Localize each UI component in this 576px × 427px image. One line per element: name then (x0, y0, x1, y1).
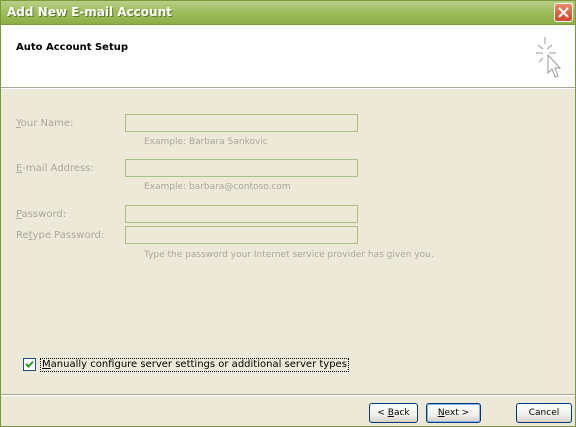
email-hint: Example: barbara@contoso.com (144, 182, 291, 192)
email-input[interactable] (125, 159, 358, 177)
your-name-hint: Example: Barbara Sankovic (144, 137, 268, 147)
window-title: Add New E-mail Account (7, 5, 172, 19)
close-icon (558, 7, 569, 18)
email-label: E-mail Address: (16, 163, 94, 174)
title-bar[interactable]: Add New E-mail Account (1, 1, 575, 25)
password-hint: Type the password your Internet service … (144, 250, 434, 260)
manual-config-label[interactable]: Manually configure server settings or ad… (40, 358, 349, 372)
checkmark-icon (25, 360, 34, 368)
your-name-label: Your Name: (16, 118, 74, 129)
cancel-button[interactable]: Cancel (516, 403, 572, 423)
password-label: Password: (16, 209, 67, 220)
your-name-input[interactable] (125, 114, 358, 132)
wizard-header: Auto Account Setup (1, 25, 575, 88)
dialog-window: Add New E-mail Account Auto Account Setu… (0, 0, 576, 427)
password-input[interactable] (125, 205, 358, 223)
page-heading: Auto Account Setup (16, 42, 128, 53)
retype-password-input[interactable] (125, 226, 358, 244)
back-button[interactable]: < Back (369, 403, 418, 423)
wizard-cursor-icon (536, 37, 562, 78)
manual-config-checkbox[interactable] (23, 358, 36, 371)
header-divider (1, 88, 575, 89)
next-button[interactable]: Next > (426, 403, 481, 423)
footer-divider-highlight (1, 395, 575, 396)
retype-password-label: Retype Password: (16, 230, 105, 241)
close-button[interactable] (554, 3, 573, 22)
